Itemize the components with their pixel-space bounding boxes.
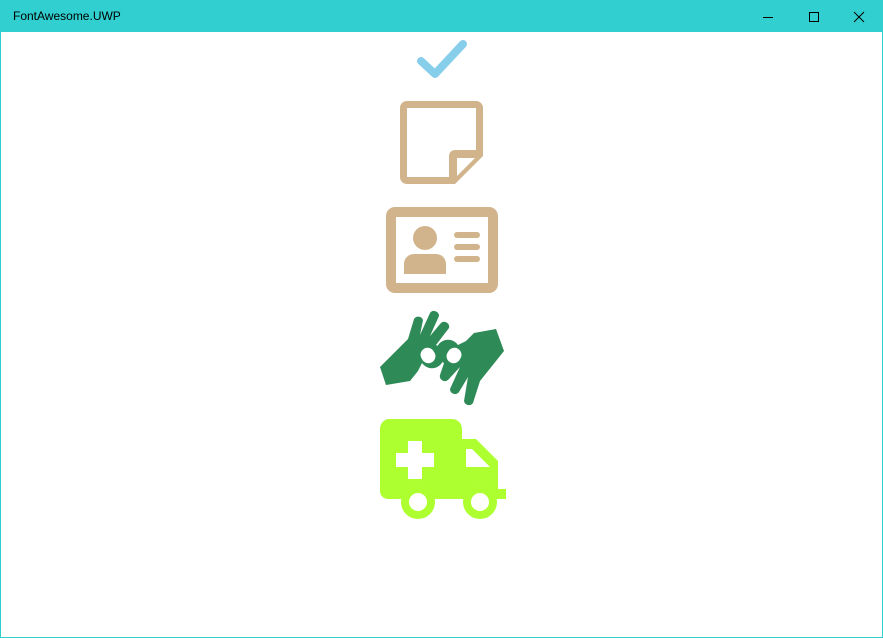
minimize-icon: [763, 16, 773, 18]
id-card-icon-shape: [454, 232, 480, 238]
minimize-button[interactable]: [745, 1, 791, 32]
close-button[interactable]: [836, 1, 882, 32]
ambulance-icon: [379, 419, 506, 519]
icon-stack: [1, 32, 882, 637]
check-icon: [417, 40, 467, 78]
ambulance-icon-shape: [401, 485, 436, 519]
sign-language-interpreting-icon-shape: [436, 329, 504, 406]
app-window: FontAwesome.UWP: [0, 0, 883, 638]
maximize-icon: [809, 11, 819, 22]
id-card-icon-shape: [413, 226, 437, 250]
maximize-button[interactable]: [791, 1, 837, 32]
close-icon: [853, 11, 865, 22]
sticky-note-icon-outline: [400, 101, 483, 184]
sign-language-interpreting-icon: [380, 311, 504, 406]
id-card-icon-shape: [454, 244, 480, 250]
check-icon-shape: [417, 40, 467, 78]
title-bar[interactable]: FontAwesome.UWP: [1, 1, 882, 32]
id-card-icon-shape: [454, 256, 480, 262]
sticky-note-icon: [400, 101, 483, 184]
id-card-icon: [386, 207, 498, 293]
id-card-icon-shape: [404, 254, 446, 274]
id-card-icon-shape: [386, 207, 498, 293]
ambulance-icon-shape: [463, 485, 498, 519]
window-title: FontAwesome.UWP: [13, 9, 121, 23]
